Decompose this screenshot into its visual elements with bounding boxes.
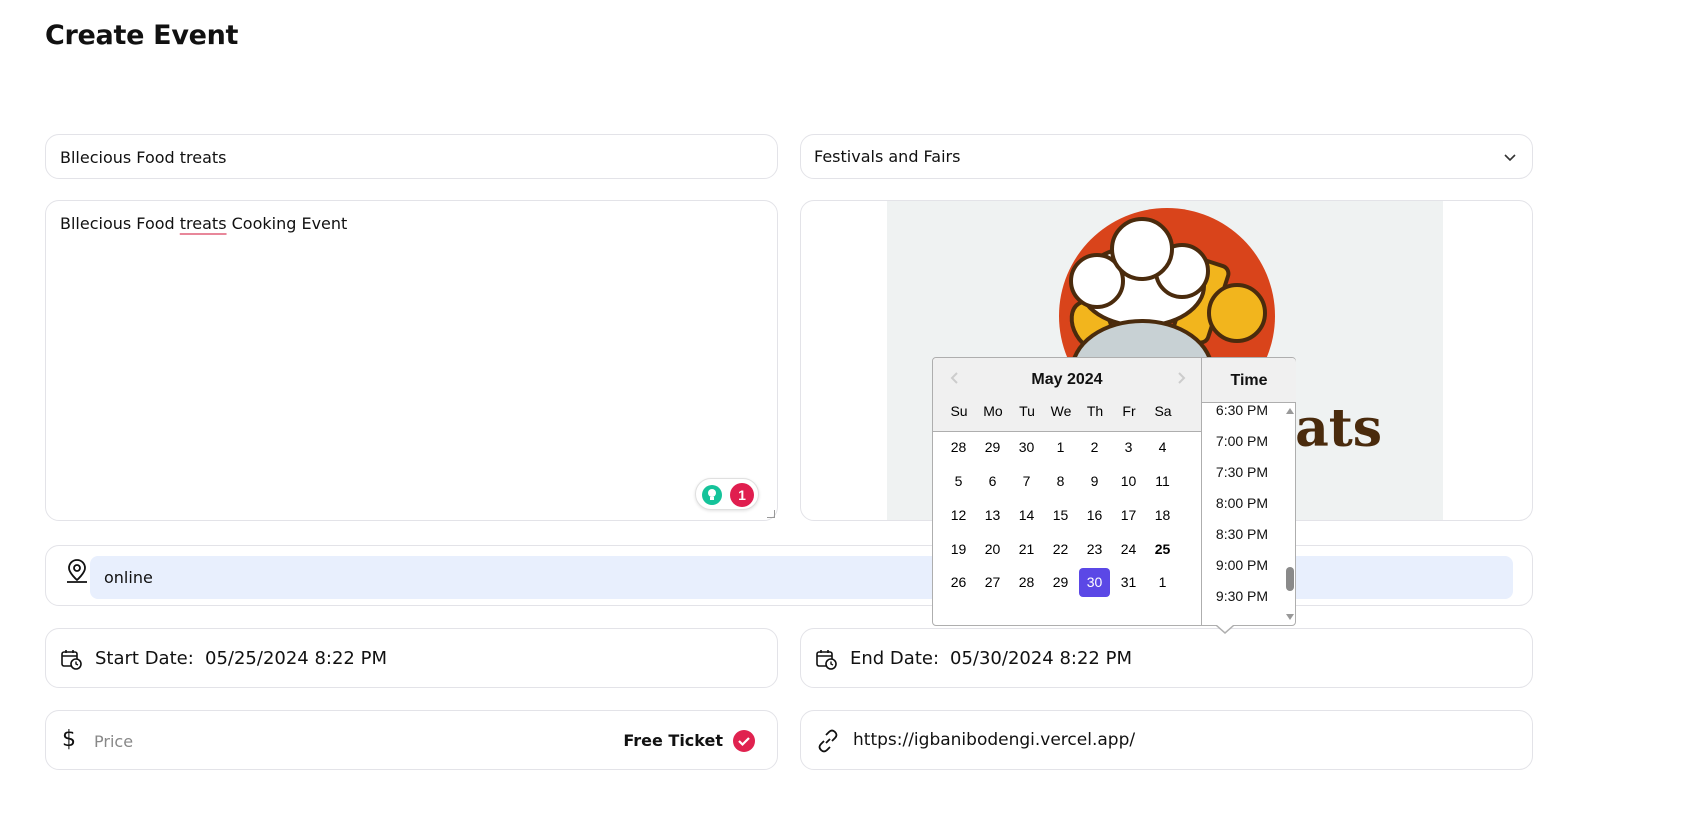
calendar-day[interactable]: 21 xyxy=(1011,535,1042,564)
calendar-day[interactable]: 13 xyxy=(977,501,1008,530)
calendar-day[interactable]: 1 xyxy=(1147,568,1178,597)
calendar-day[interactable]: 27 xyxy=(977,568,1008,597)
event-title-input[interactable]: Bllecious Food treats xyxy=(45,134,778,179)
end-date-label: End Date: xyxy=(850,648,940,669)
start-date-label: Start Date: xyxy=(95,648,194,669)
scroll-thumb[interactable] xyxy=(1286,567,1294,591)
weekday-label: Th xyxy=(1086,403,1104,419)
weekday-label: Mo xyxy=(983,403,1003,419)
calendar-panel: May 2024 Su Mo Tu We Th Fr Sa 28 29 30 1 2 3 4 5 6 7 8 9 1… xyxy=(933,358,1201,625)
calendar-day[interactable]: 7 xyxy=(1011,467,1042,496)
page-title: Create Event xyxy=(45,20,239,51)
category-select[interactable]: Festivals and Fairs xyxy=(800,134,1533,179)
spellcheck-word: treats xyxy=(179,214,227,233)
time-panel: Time 6:30 PM 7:00 PM 7:30 PM 8:00 PM 8:30 PM… xyxy=(1201,358,1296,625)
calendar-day[interactable]: 3 xyxy=(1113,433,1144,462)
calendar-day[interactable]: 29 xyxy=(977,433,1008,462)
location-field[interactable]: online xyxy=(45,545,1533,606)
check-icon xyxy=(738,737,750,747)
time-header: Time xyxy=(1202,358,1296,403)
date-picker-popover[interactable]: May 2024 Su Mo Tu We Th Fr Sa 28 29 30 1 2 3 4 5 6 7 8 9 1… xyxy=(932,357,1296,634)
location-input[interactable]: online xyxy=(90,556,1513,599)
calendar-day[interactable]: 15 xyxy=(1045,501,1076,530)
weekday-label: Su xyxy=(950,403,968,419)
price-input[interactable]: Price xyxy=(94,732,133,751)
grammarly-badge[interactable]: 1 xyxy=(695,478,759,510)
link-icon xyxy=(818,729,838,753)
calendar-day[interactable]: 26 xyxy=(943,568,974,597)
calendar-day[interactable]: 18 xyxy=(1147,501,1178,530)
end-date-value[interactable]: 05/30/2024 8:22 PM xyxy=(950,648,1132,669)
start-date-field[interactable]: Start Date: 05/25/2024 8:22 PM xyxy=(45,628,778,688)
url-field[interactable]: https://igbanibodengi.vercel.app/ xyxy=(800,710,1533,770)
map-pin-icon xyxy=(67,559,87,583)
calendar-day[interactable]: 30 xyxy=(1011,433,1042,462)
calendar-day[interactable]: 8 xyxy=(1045,467,1076,496)
calendar-day[interactable]: 29 xyxy=(1045,568,1076,597)
calendar-day[interactable]: 24 xyxy=(1113,535,1144,564)
weekday-label: Tu xyxy=(1019,403,1035,419)
calendar-day[interactable]: 9 xyxy=(1079,467,1110,496)
description-textarea[interactable]: Bllecious Food treats Cooking Event 1 xyxy=(45,200,778,521)
resize-handle[interactable] xyxy=(767,510,775,518)
category-value: Festivals and Fairs xyxy=(814,147,961,166)
calendar-day[interactable]: 16 xyxy=(1079,501,1110,530)
calendar-day[interactable]: 28 xyxy=(943,433,974,462)
calendar-day[interactable]: 31 xyxy=(1113,568,1144,597)
scroll-down-icon[interactable] xyxy=(1286,614,1294,620)
grammarly-count: 1 xyxy=(730,483,754,507)
calendar-day[interactable]: 14 xyxy=(1011,501,1042,530)
calendar-header: May 2024 Su Mo Tu We Th Fr Sa xyxy=(933,358,1201,432)
location-value: online xyxy=(104,568,153,587)
time-option[interactable]: 8:00 PM xyxy=(1202,495,1282,511)
time-option[interactable]: 9:00 PM xyxy=(1202,557,1282,573)
calendar-day[interactable]: 25 xyxy=(1147,535,1178,564)
scroll-up-icon[interactable] xyxy=(1286,408,1294,414)
calendar-day[interactable]: 23 xyxy=(1079,535,1110,564)
time-option[interactable]: 9:30 PM xyxy=(1202,588,1282,604)
dollar-icon: $ xyxy=(62,727,76,752)
calendar-day[interactable]: 1 xyxy=(1045,433,1076,462)
description-value: Bllecious Food treats Cooking Event xyxy=(60,214,348,233)
event-title-value: Bllecious Food treats xyxy=(60,148,227,167)
calendar-day[interactable]: 6 xyxy=(977,467,1008,496)
calendar-day[interactable]: 10 xyxy=(1113,467,1144,496)
url-value[interactable]: https://igbanibodengi.vercel.app/ xyxy=(853,730,1135,750)
chevron-down-icon xyxy=(1504,154,1516,162)
calendar-clock-icon xyxy=(61,650,82,670)
time-option[interactable]: 7:00 PM xyxy=(1202,433,1282,449)
calendar-day[interactable]: 2 xyxy=(1079,433,1110,462)
calendar-clock-icon xyxy=(816,650,837,670)
time-option[interactable]: 6:30 PM xyxy=(1202,402,1282,418)
free-ticket-checkbox[interactable] xyxy=(733,730,755,752)
calendar-day[interactable]: 20 xyxy=(977,535,1008,564)
time-scrollbar[interactable] xyxy=(1284,404,1296,624)
month-label: May 2024 xyxy=(1031,371,1103,388)
start-date-value[interactable]: 05/25/2024 8:22 PM xyxy=(205,648,387,669)
popover-arrow-inner xyxy=(1217,625,1233,632)
calendar-day[interactable]: 12 xyxy=(943,501,974,530)
weekday-label: We xyxy=(1050,403,1072,419)
calendar-day[interactable]: 28 xyxy=(1011,568,1042,597)
calendar-day[interactable]: 5 xyxy=(943,467,974,496)
next-month-button[interactable] xyxy=(1173,370,1189,386)
end-date-field[interactable]: End Date: 05/30/2024 8:22 PM xyxy=(800,628,1533,688)
calendar-day[interactable]: 17 xyxy=(1113,501,1144,530)
calendar-day[interactable]: 22 xyxy=(1045,535,1076,564)
grammarly-icon xyxy=(702,485,722,505)
weekday-label: Fr xyxy=(1122,403,1136,419)
free-ticket-label: Free Ticket xyxy=(623,731,723,750)
price-field[interactable]: $ Price Free Ticket xyxy=(45,710,778,770)
calendar-day[interactable]: 19 xyxy=(943,535,974,564)
time-option[interactable]: 7:30 PM xyxy=(1202,464,1282,480)
calendar-day[interactable]: 30 xyxy=(1079,568,1110,597)
calendar-day[interactable]: 4 xyxy=(1147,433,1178,462)
time-option[interactable]: 8:30 PM xyxy=(1202,526,1282,542)
weekday-label: Sa xyxy=(1154,403,1172,419)
calendar-day[interactable]: 11 xyxy=(1147,467,1178,496)
